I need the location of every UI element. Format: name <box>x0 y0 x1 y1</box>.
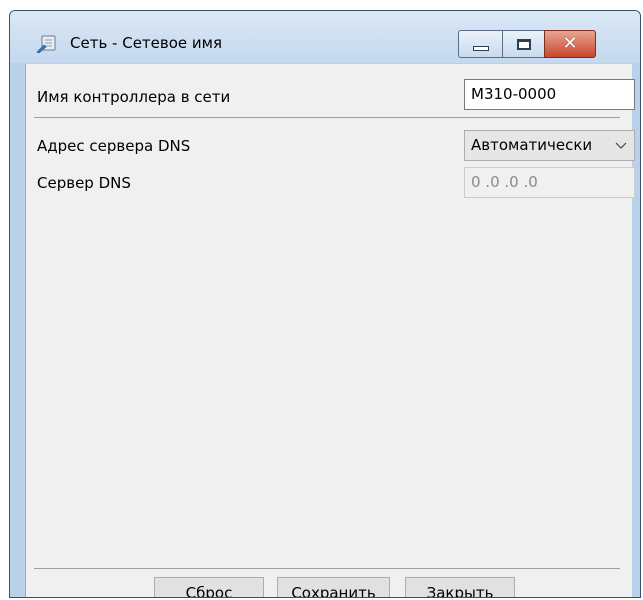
dns-mode-value: Автоматически <box>471 136 593 154</box>
maximize-icon <box>516 38 531 50</box>
chevron-down-icon <box>615 142 627 149</box>
close-button[interactable]: Закрыть <box>405 577 515 597</box>
dialog-body: Имя контроллера в сети М310-0000 Адрес с… <box>25 64 635 597</box>
title-bar[interactable]: Сеть - Сетевое имя ✕ <box>10 11 640 63</box>
save-button[interactable]: Сохранить <box>277 577 390 597</box>
close-icon: ✕ <box>562 33 578 54</box>
close-window-button[interactable]: ✕ <box>544 30 596 58</box>
minimize-icon <box>472 45 489 51</box>
dns-server-label: Сервер DNS <box>37 174 131 192</box>
reset-button[interactable]: Сброс <box>154 577 264 597</box>
divider <box>34 117 620 118</box>
controller-name-field[interactable]: М310-0000 <box>464 79 635 110</box>
network-settings-icon <box>36 35 56 53</box>
dns-mode-label: Адрес сервера DNS <box>37 137 191 155</box>
dns-mode-select[interactable]: Автоматически <box>464 130 635 161</box>
controller-name-label: Имя контроллера в сети <box>37 88 231 106</box>
footer-divider <box>34 568 620 569</box>
window-title: Сеть - Сетевое имя <box>70 34 222 52</box>
minimize-button[interactable] <box>458 30 502 58</box>
maximize-button[interactable] <box>502 30 544 58</box>
dns-server-field: 0 .0 .0 .0 <box>464 167 635 198</box>
dialog-window: Сеть - Сетевое имя ✕ Имя контроллера в с… <box>9 10 641 598</box>
